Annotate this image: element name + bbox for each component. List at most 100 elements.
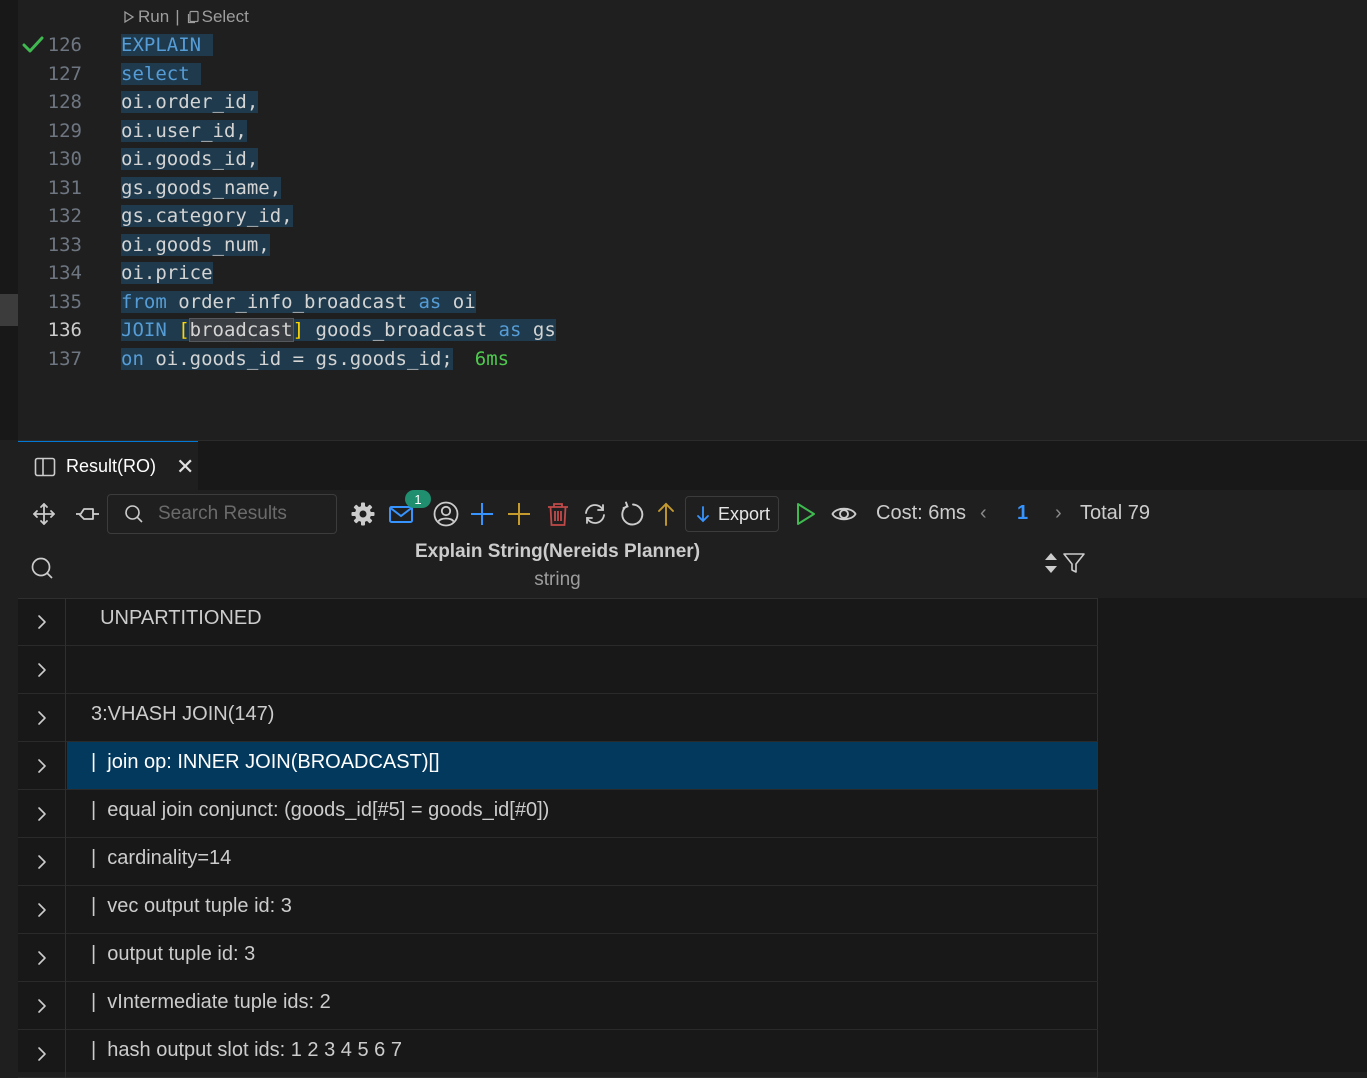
code-line[interactable]: 130 oi.goods_id, <box>0 145 1200 173</box>
table-row[interactable]: | join op: INNER JOIN(BROADCAST)[] <box>18 742 1098 790</box>
chevron-right-icon[interactable] <box>18 790 66 838</box>
export-button[interactable]: Export <box>685 496 779 532</box>
column-search-icon[interactable] <box>18 538 66 598</box>
chevron-right-icon[interactable] <box>18 694 66 742</box>
explain-cell[interactable]: 3:VHASH JOIN(147) <box>67 694 1098 741</box>
explain-cell[interactable]: | output tuple id: 3 <box>67 934 1098 981</box>
explain-cell[interactable]: | vec output tuple id: 3 <box>67 886 1098 933</box>
code-line[interactable]: 132 gs.category_id, <box>0 202 1200 230</box>
search-results-box[interactable] <box>107 494 337 534</box>
table-row[interactable]: UNPARTITIONED <box>18 598 1098 646</box>
table-row[interactable]: | vIntermediate tuple ids: 2 <box>18 982 1098 1030</box>
table-empty-area <box>1098 598 1367 1072</box>
code-line[interactable]: 127 select <box>0 60 1200 88</box>
table-row[interactable] <box>18 646 1098 694</box>
table-row[interactable]: | hash output slot ids: 1 2 3 4 5 6 7 <box>18 1030 1098 1078</box>
code-token: broadcast <box>188 318 294 342</box>
code-line[interactable]: 137 on oi.goods_id = gs.goods_id; 6ms <box>0 345 1200 373</box>
code-token: ] <box>292 319 305 341</box>
explain-cell[interactable]: | cardinality=14 <box>67 838 1098 885</box>
line-number: 128 <box>47 91 82 113</box>
selection-highlight: JOIN [broadcast] goods_broadcast as gs <box>121 318 556 342</box>
account-icon[interactable] <box>430 498 462 530</box>
code-token: gs.goods_name, <box>121 177 282 199</box>
selection-highlight: oi.user_id, <box>121 120 247 142</box>
pin-icon[interactable] <box>72 498 104 530</box>
page-prev-button[interactable]: ‹ <box>980 502 987 525</box>
code-line[interactable]: 135 from order_info_broadcast as oi <box>0 288 1200 316</box>
page-next-button[interactable]: › <box>1055 502 1062 525</box>
selection-highlight: on oi.goods_id = gs.goods_id; <box>121 348 453 370</box>
delete-icon[interactable] <box>542 498 574 530</box>
table-row[interactable]: 3:VHASH JOIN(147) <box>18 694 1098 742</box>
explain-cell[interactable]: | vIntermediate tuple ids: 2 <box>67 982 1098 1029</box>
add-column-icon[interactable] <box>503 498 535 530</box>
explain-cell[interactable]: | equal join conjunct: (goods_id[#5] = g… <box>67 790 1098 837</box>
codelens-select[interactable]: Select <box>186 7 249 27</box>
code-line[interactable]: 128 oi.order_id, <box>0 88 1200 116</box>
explain-cell[interactable] <box>67 646 1098 693</box>
search-results-input[interactable] <box>156 502 330 526</box>
sort-icon[interactable] <box>1042 550 1060 576</box>
copy-icon <box>187 10 199 24</box>
gear-icon[interactable] <box>347 498 379 530</box>
selection-highlight: select <box>121 63 190 85</box>
code-token: oi <box>441 291 476 313</box>
line-number: 132 <box>47 205 82 227</box>
code-token: JOIN <box>121 319 167 341</box>
arrow-up-icon[interactable] <box>650 498 682 530</box>
panel-tab-bar: Result(RO) ✕ <box>18 440 1367 491</box>
tab-result[interactable]: Result(RO) ✕ <box>18 441 198 491</box>
codelens-run-label: Run <box>138 7 170 26</box>
table-row[interactable]: | vec output tuple id: 3 <box>18 886 1098 934</box>
split-editor-icon <box>34 457 56 476</box>
explain-cell[interactable]: UNPARTITIONED <box>67 598 1098 645</box>
run-query-icon[interactable] <box>789 498 821 530</box>
close-icon[interactable]: ✕ <box>176 454 194 480</box>
selection-highlight: oi.price <box>121 262 213 284</box>
chevron-right-icon[interactable] <box>18 934 66 982</box>
code-text: oi.user_id, <box>121 117 247 145</box>
result-toolbar: 1 Export Cost: 6ms <box>18 490 1367 538</box>
codelens-run[interactable]: Run <box>122 7 169 27</box>
code-token: gs.category_id, <box>121 205 293 227</box>
table-row[interactable]: | equal join conjunct: (goods_id[#5] = g… <box>18 790 1098 838</box>
column-title[interactable]: Explain String(Nereids Planner) <box>67 541 1048 563</box>
result-panel: Result(RO) ✕ 1 <box>18 440 1367 1078</box>
table-row[interactable]: | cardinality=14 <box>18 838 1098 886</box>
selection-highlight: oi.goods_num, <box>121 234 270 256</box>
add-row-icon[interactable] <box>466 498 498 530</box>
code-line[interactable]: 133 oi.goods_num, <box>0 231 1200 259</box>
chevron-right-icon[interactable] <box>18 886 66 934</box>
code-token: [ <box>178 319 190 341</box>
code-token: oi.goods_num, <box>121 234 270 256</box>
chevron-right-icon[interactable] <box>18 838 66 886</box>
code-line[interactable]: 129 oi.user_id, <box>0 117 1200 145</box>
code-token: goods_broadcast <box>304 319 499 341</box>
code-line[interactable]: 126 EXPLAIN <box>0 31 1200 59</box>
explain-cell[interactable]: | hash output slot ids: 1 2 3 4 5 6 7 <box>67 1030 1098 1077</box>
code-line[interactable]: 134 oi.price <box>0 259 1200 287</box>
chevron-right-icon[interactable] <box>18 1030 66 1078</box>
chevron-right-icon[interactable] <box>18 598 66 646</box>
code-line[interactable]: 131 gs.goods_name, <box>0 174 1200 202</box>
filter-icon[interactable] <box>1062 551 1086 575</box>
refresh-icon[interactable] <box>616 498 648 530</box>
total-label: Total 79 <box>1080 502 1151 524</box>
chevron-right-icon[interactable] <box>18 646 66 694</box>
chevron-right-icon[interactable] <box>18 982 66 1030</box>
chevron-right-icon[interactable] <box>18 742 66 790</box>
line-number: 134 <box>47 262 82 284</box>
selection-highlight: oi.order_id, <box>121 91 259 113</box>
code-line[interactable]: 136 JOIN [broadcast] goods_broadcast as g… <box>0 316 1200 344</box>
code-text: oi.price <box>121 259 213 287</box>
code-editor[interactable]: Run | Select 126 EXPLAIN 127 select 128 oi.… <box>0 0 1367 440</box>
column-type: string <box>534 569 581 590</box>
eye-icon[interactable] <box>828 498 860 530</box>
explain-cell[interactable]: | join op: INNER JOIN(BROADCAST)[] <box>67 742 1098 789</box>
move-icon[interactable] <box>28 498 60 530</box>
sync-icon[interactable] <box>579 498 611 530</box>
codelens-select-label: Select <box>201 7 249 26</box>
table-row[interactable]: | output tuple id: 3 <box>18 934 1098 982</box>
